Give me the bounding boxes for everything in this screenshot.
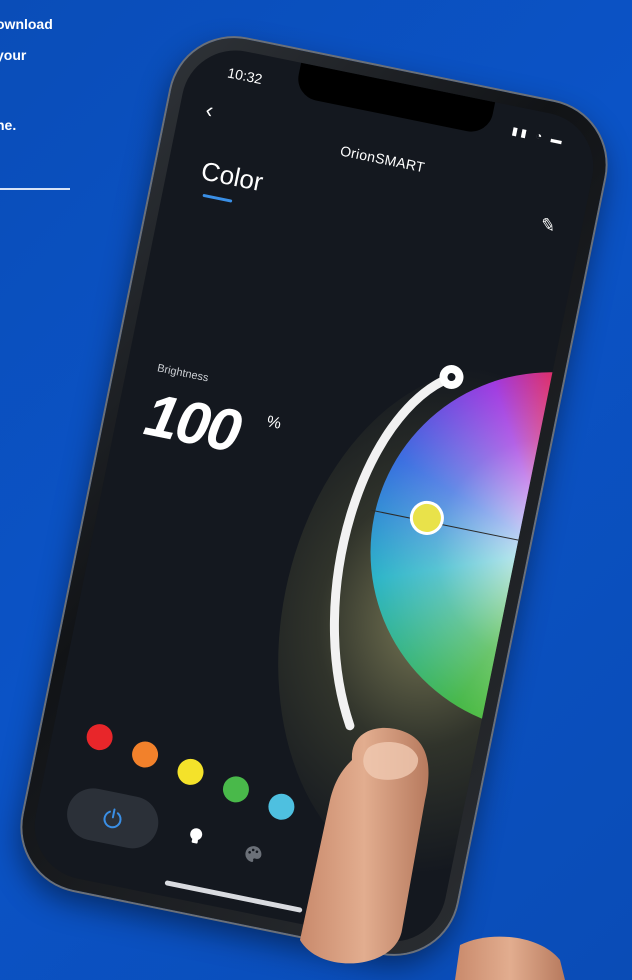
finger-image xyxy=(300,727,565,980)
knuckle xyxy=(455,936,565,980)
